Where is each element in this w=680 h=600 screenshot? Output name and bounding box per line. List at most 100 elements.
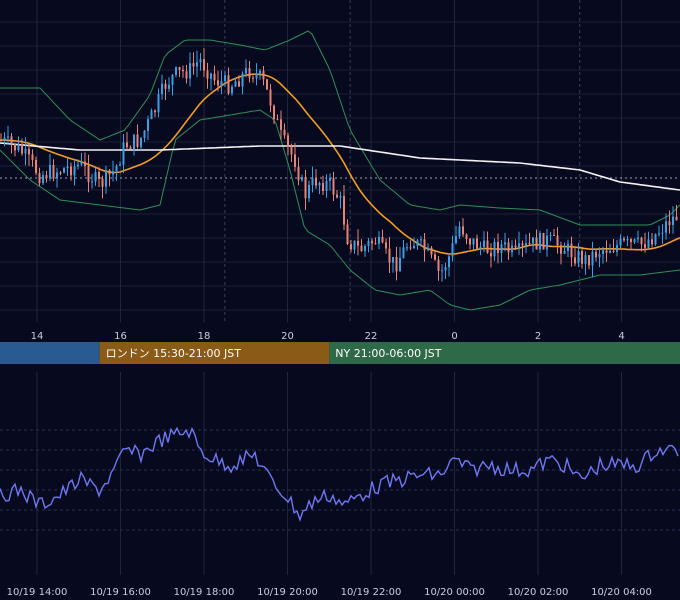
candle-body [115,165,118,172]
candle-body [591,251,594,266]
candle-body [570,243,573,258]
candle-body [444,267,447,271]
upper-tick-label: 16 [114,331,127,342]
candle-body [661,232,664,234]
bollinger-lower [0,109,680,311]
candle-body [234,81,237,87]
candle-body [56,172,58,179]
candle-body [560,245,562,254]
candle-body [241,73,244,87]
candle-body [133,134,135,150]
candle-body [227,75,230,94]
candle-body [549,234,552,236]
candle-body [353,240,356,250]
candle-body [45,175,48,179]
candle-body [402,247,405,258]
lower-tick-label: 10/19 20:00 [257,587,318,598]
candle-body [605,250,608,253]
candle-body [416,240,419,246]
candle-body [367,240,370,246]
candle-body [59,172,62,174]
candle-body [658,233,660,235]
candle-body [556,235,559,246]
candle-body [262,70,265,80]
candle-body [493,241,496,257]
candle-body [357,240,359,246]
session-label: ロンドン 15:30-21:00 JST [106,347,242,360]
candle-body [80,161,83,165]
candle-body [598,254,601,258]
candle-body [269,89,272,106]
candle-body [49,164,51,179]
candle-body [651,239,653,245]
candle-body [185,71,188,79]
candle-body [486,240,489,253]
candle-body [143,130,146,138]
lower-tick-label: 10/19 22:00 [341,587,402,598]
candle-body [290,146,293,155]
candle-body [647,239,650,248]
candle-body [346,224,349,245]
candle-body [630,239,632,243]
candle-body [213,73,216,81]
chart-canvas: 14 16 18 20 22 0 2 4 ロンドン 15:30-21:00 JST NY 21:… [0,0,680,598]
candle-body [374,243,377,245]
candle-body [574,257,576,264]
candle-body [70,166,72,176]
candle-body [339,196,342,198]
candle-body [101,178,104,187]
candle-body [584,255,587,264]
candle-body [581,250,583,264]
session-block [0,342,100,364]
candle-body [255,73,258,79]
candle-body [458,226,461,237]
candle-body [644,244,646,248]
candle-body [518,243,520,248]
candle-body [294,154,296,167]
candle-body [427,247,429,251]
candle-body [84,161,86,166]
candle-body [423,239,426,251]
candle-body [28,148,30,155]
candle-body [381,237,384,243]
candle-body [129,147,132,150]
candle-body [266,79,268,90]
candle-body [448,256,450,268]
candle-body [87,165,90,182]
candle-body [308,184,310,199]
upper-tick-label: 0 [451,331,457,342]
candle-body [259,70,261,74]
candle-body [577,250,580,264]
upper-grid [0,0,680,322]
candle-body [91,181,93,183]
candle-body [497,241,499,253]
candle-body [343,196,345,225]
candle-body [224,75,226,82]
candle-body [108,170,111,175]
lower-x-axis: 10/19 14:00 10/19 16:00 10/19 18:00 10/19 2… [7,587,652,598]
candle-body [42,175,44,184]
candle-body [3,137,6,141]
candle-body [52,164,55,179]
candle-body [546,235,548,250]
candle-body [602,250,604,255]
candle-body [451,243,454,257]
candle-body [350,244,352,250]
candle-body [280,119,282,130]
candle-body [192,63,195,67]
candle-body [168,84,170,89]
lower-tick-label: 10/20 04:00 [591,587,652,598]
candle-body [567,243,569,251]
candle-body [413,245,415,249]
candle-body [665,221,667,233]
candle-body [24,148,27,154]
candle-body [7,136,9,138]
candle-body [199,59,202,63]
upper-x-axis: 14 16 18 20 22 0 2 4 [31,331,625,342]
candle-body [364,245,366,252]
candle-body [189,63,191,79]
candle-body [441,270,443,272]
candle-body [248,68,251,78]
candle-body [301,177,303,181]
candle-body [616,245,618,252]
